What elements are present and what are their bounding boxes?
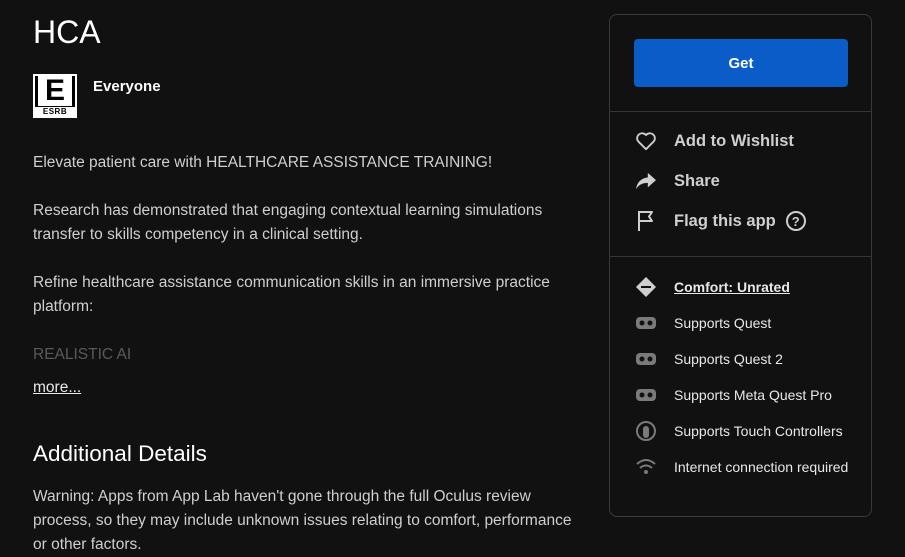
app-title: HCA <box>33 14 101 50</box>
more-link[interactable]: more... <box>33 379 81 397</box>
feature-item: Internet connection required <box>634 457 854 477</box>
headset-icon <box>634 313 658 333</box>
comfort-diamond-icon <box>634 277 658 297</box>
purchase-panel: Get Add to Wishlist Share Flag this app … <box>609 14 872 517</box>
description-paragraph: Research has demonstrated that engaging … <box>33 202 543 243</box>
divider <box>610 111 871 112</box>
esrb-badge: E ESRB <box>33 74 77 118</box>
description-paragraph: Refine healthcare assistance communicati… <box>33 274 550 315</box>
heart-icon <box>634 129 658 153</box>
esrb-org: ESRB <box>35 107 75 116</box>
flag-label: Flag this app <box>674 211 776 230</box>
esrb-letter: E <box>38 76 72 106</box>
get-button[interactable]: Get <box>634 39 848 87</box>
share-icon <box>634 169 658 193</box>
feature-item: Supports Quest <box>634 313 854 333</box>
age-rating: E ESRB Everyone <box>33 74 161 118</box>
rating-label: Everyone <box>93 78 161 95</box>
add-to-wishlist-button[interactable]: Add to Wishlist <box>634 129 794 153</box>
touch-controller-icon <box>634 421 658 441</box>
feature-item: Supports Meta Quest Pro <box>634 385 854 405</box>
feature-label: Supports Meta Quest Pro <box>674 387 832 403</box>
feature-label: Supports Quest 2 <box>674 351 783 367</box>
wishlist-label: Add to Wishlist <box>674 131 794 150</box>
description-faded-line: REALISTIC AI <box>33 346 132 363</box>
divider <box>610 256 871 257</box>
feature-label: Supports Touch Controllers <box>674 423 843 439</box>
wifi-icon <box>634 457 658 477</box>
description-paragraph: Elevate patient care with HEALTHCARE ASS… <box>33 154 493 171</box>
feature-item: Supports Quest 2 <box>634 349 854 369</box>
share-button[interactable]: Share <box>634 169 720 193</box>
headset-icon <box>634 349 658 369</box>
comfort-rating[interactable]: Comfort: Unrated <box>634 277 854 297</box>
flag-icon <box>634 209 658 233</box>
feature-item: Supports Touch Controllers <box>634 421 854 441</box>
share-label: Share <box>674 171 720 190</box>
app-description: Elevate patient care with HEALTHCARE ASS… <box>33 151 578 391</box>
feature-label: Internet connection required <box>674 459 849 475</box>
headset-icon <box>634 385 658 405</box>
comfort-label: Comfort: Unrated <box>674 279 790 295</box>
feature-label: Supports Quest <box>674 315 772 331</box>
flag-app-button[interactable]: Flag this app ? <box>634 209 806 233</box>
app-lab-warning: Warning: Apps from App Lab haven't gone … <box>33 488 572 553</box>
help-icon[interactable]: ? <box>785 211 806 231</box>
additional-details-heading: Additional Details <box>33 441 207 466</box>
